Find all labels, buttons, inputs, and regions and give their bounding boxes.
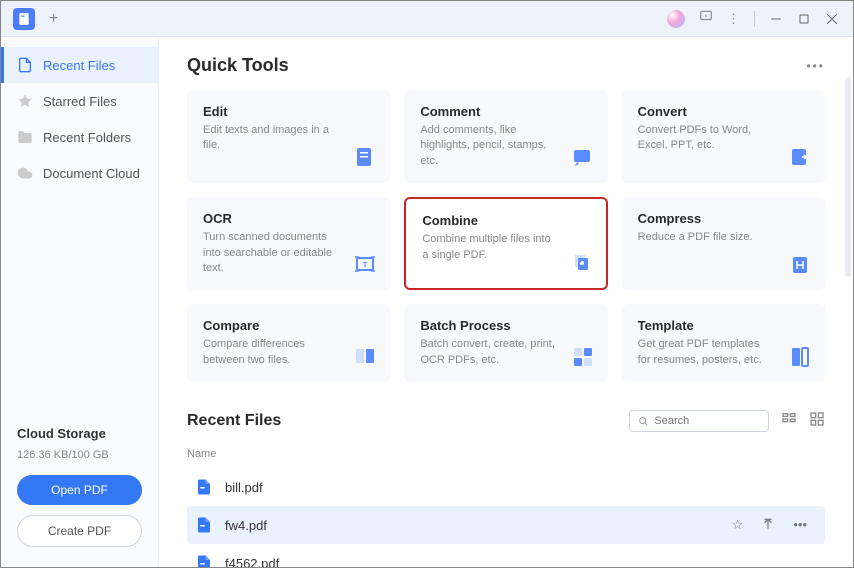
cloud-storage-usage: 126.36 KB/100 GB — [17, 449, 142, 461]
pdf-file-icon — [195, 554, 213, 567]
sidebar-item-starred-files[interactable]: Starred Files — [1, 83, 158, 119]
tool-icon — [570, 344, 596, 370]
file-list: bill.pdf fw4.pdf ☆ ••• f4562.pdf — [187, 468, 825, 567]
maximize-button[interactable] — [797, 12, 811, 26]
sidebar-item-label: Recent Folders — [43, 130, 131, 145]
sidebar: Recent Files Starred Files Recent Folder… — [1, 37, 159, 567]
tool-icon — [352, 344, 378, 370]
star-icon[interactable]: ☆ — [732, 517, 744, 534]
menu-dots-icon[interactable]: ⋮ — [727, 11, 740, 27]
more-icon[interactable]: ••• — [793, 517, 807, 534]
cloud-storage-title: Cloud Storage — [17, 426, 142, 441]
list-view-icon[interactable] — [781, 411, 797, 432]
tool-card-edit[interactable]: Edit Edit texts and images in a file. — [187, 90, 390, 183]
pdf-file-icon — [195, 516, 213, 534]
sidebar-item-label: Starred Files — [43, 94, 117, 109]
tool-icon — [787, 145, 813, 171]
tool-icon — [352, 145, 378, 171]
close-button[interactable] — [825, 12, 839, 26]
tool-desc: Turn scanned documents into searchable o… — [203, 230, 374, 276]
tool-title: Compare — [203, 318, 374, 333]
tool-icon — [568, 250, 594, 276]
sidebar-item-document-cloud[interactable]: Document Cloud — [1, 155, 158, 191]
pdf-file-icon — [195, 478, 213, 496]
tool-title: Combine — [422, 213, 589, 228]
tool-card-combine[interactable]: Combine Combine multiple files into a si… — [404, 197, 607, 290]
svg-text:T: T — [363, 262, 368, 269]
tool-title: Compress — [638, 211, 809, 226]
file-name: bill.pdf — [225, 480, 263, 495]
create-pdf-button[interactable]: Create PDF — [17, 515, 142, 547]
file-actions: ☆ ••• — [732, 517, 817, 534]
tools-grid: Edit Edit texts and images in a file. Co… — [187, 90, 825, 382]
file-row[interactable]: f4562.pdf — [187, 544, 825, 567]
cloud-icon — [17, 165, 33, 181]
tool-desc: Batch convert, create, print, OCR PDFs, … — [420, 337, 591, 368]
new-tab-button[interactable]: + — [49, 10, 58, 28]
sidebar-item-label: Document Cloud — [43, 166, 140, 181]
tool-card-compare[interactable]: Compare Compare differences between two … — [187, 304, 390, 382]
tool-card-batch-process[interactable]: Batch Process Batch convert, create, pri… — [404, 304, 607, 382]
sidebar-item-recent-files[interactable]: Recent Files — [1, 47, 158, 83]
profile-orb-icon[interactable] — [667, 10, 685, 28]
search-icon — [638, 415, 648, 427]
file-icon — [17, 57, 33, 73]
titlebar: + ⋮ — [1, 1, 853, 37]
star-icon — [17, 93, 33, 109]
sidebar-item-label: Recent Files — [43, 58, 115, 73]
recent-files-title: Recent Files — [187, 412, 281, 430]
feedback-icon[interactable] — [699, 11, 713, 26]
tool-icon — [787, 252, 813, 278]
grid-view-icon[interactable] — [809, 411, 825, 432]
tool-card-comment[interactable]: Comment Add comments, like highlights, p… — [404, 90, 607, 183]
file-row[interactable]: fw4.pdf ☆ ••• — [187, 506, 825, 544]
file-name: f4562.pdf — [225, 556, 279, 567]
minimize-button[interactable] — [769, 12, 783, 26]
tool-desc: Compare differences between two files. — [203, 337, 374, 368]
tool-title: Comment — [420, 104, 591, 119]
pin-icon[interactable] — [761, 517, 775, 534]
folder-icon — [17, 129, 33, 145]
scrollbar[interactable] — [845, 77, 851, 277]
column-header-name: Name — [187, 442, 825, 468]
tool-icon — [787, 344, 813, 370]
search-input[interactable] — [654, 415, 760, 427]
sidebar-bottom: Cloud Storage 126.36 KB/100 GB Open PDF … — [1, 412, 158, 567]
tool-title: Template — [638, 318, 809, 333]
tool-card-ocr[interactable]: OCR Turn scanned documents into searchab… — [187, 197, 390, 290]
tool-desc: Edit texts and images in a file. — [203, 123, 374, 154]
tool-title: Edit — [203, 104, 374, 119]
open-pdf-button[interactable]: Open PDF — [17, 475, 142, 505]
sidebar-item-recent-folders[interactable]: Recent Folders — [1, 119, 158, 155]
tool-title: Batch Process — [420, 318, 591, 333]
file-row[interactable]: bill.pdf — [187, 468, 825, 506]
quick-tools-more-button[interactable]: ••• — [806, 59, 825, 73]
tool-icon — [570, 145, 596, 171]
tool-desc: Add comments, like highlights, pencil, s… — [420, 123, 591, 169]
main-content: Quick Tools ••• Edit Edit texts and imag… — [159, 37, 853, 567]
tool-desc: Reduce a PDF file size. — [638, 230, 809, 245]
search-box[interactable] — [629, 410, 769, 432]
tool-desc: Combine multiple files into a single PDF… — [422, 232, 589, 263]
tool-card-compress[interactable]: Compress Reduce a PDF file size. — [622, 197, 825, 290]
tool-card-convert[interactable]: Convert Convert PDFs to Word, Excel, PPT… — [622, 90, 825, 183]
quick-tools-title: Quick Tools — [187, 55, 289, 76]
tool-desc: Convert PDFs to Word, Excel, PPT, etc. — [638, 123, 809, 154]
app-logo-icon — [13, 8, 35, 30]
tool-icon: T — [352, 252, 378, 278]
tool-title: Convert — [638, 104, 809, 119]
tool-title: OCR — [203, 211, 374, 226]
tool-desc: Get great PDF templates for resumes, pos… — [638, 337, 809, 368]
file-name: fw4.pdf — [225, 518, 267, 533]
tool-card-template[interactable]: Template Get great PDF templates for res… — [622, 304, 825, 382]
